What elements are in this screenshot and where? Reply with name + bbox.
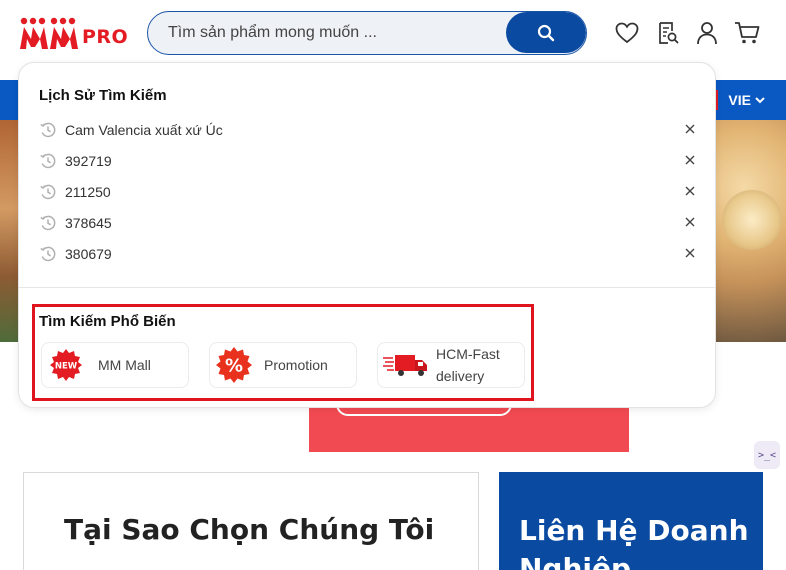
pasta-image — [722, 190, 782, 250]
popular-chip-mm-mall[interactable]: NEW MM Mall — [41, 342, 189, 388]
history-clock-icon — [40, 153, 56, 169]
heart-icon — [615, 22, 639, 44]
language-label: VIE — [728, 92, 751, 108]
history-item-text: 392719 — [65, 153, 112, 169]
history-clock-icon — [40, 246, 56, 262]
close-icon — [685, 155, 695, 165]
cart-icon — [735, 22, 760, 44]
history-item[interactable]: 380679 — [39, 240, 699, 268]
close-icon — [685, 217, 695, 227]
delivery-truck-icon — [382, 345, 430, 385]
wishlist-button[interactable] — [614, 20, 640, 46]
search-input[interactable] — [148, 12, 508, 53]
search-icon — [537, 24, 555, 41]
history-item[interactable]: 392719 — [39, 147, 699, 175]
svg-text:NEW: NEW — [55, 362, 78, 372]
history-item[interactable]: Cam Valencia xuất xứ Úc — [39, 116, 699, 144]
contact-business-card[interactable]: Liên Hệ Doanh Nghiệp — [499, 472, 763, 570]
order-search-button[interactable] — [655, 20, 681, 46]
history-item-text: 211250 — [65, 184, 111, 200]
site-header: PRO — [0, 0, 786, 66]
remove-history-button[interactable] — [681, 151, 699, 169]
close-icon — [685, 186, 695, 196]
popular-chip-promotion[interactable]: % Promotion — [209, 342, 357, 388]
search-dropdown: Lịch Sử Tìm Kiếm Cam Valencia xuất xứ Úc… — [18, 62, 716, 408]
percent-badge-icon: % — [214, 345, 254, 385]
history-item-text: 378645 — [65, 215, 112, 231]
mm-pro-logo[interactable]: PRO — [18, 16, 128, 52]
why-choose-us-title: Tại Sao Chọn Chúng Tôi — [64, 513, 435, 546]
popular-chip-label: Promotion — [264, 357, 328, 373]
logo-pro-text: PRO — [82, 26, 129, 48]
language-selector[interactable]: VIE — [728, 92, 766, 108]
page-root: VIE Tại Sao Chọn Chúng Tôi Liên Hệ Doanh… — [0, 0, 786, 570]
close-icon — [685, 248, 695, 258]
cart-button[interactable] — [734, 20, 760, 46]
order-lookup-icon — [659, 22, 679, 44]
remove-history-button[interactable] — [681, 120, 699, 138]
history-clock-icon — [40, 215, 56, 231]
search-box — [147, 11, 587, 55]
history-clock-icon — [40, 122, 56, 138]
user-icon — [697, 22, 717, 45]
popular-chip-label: HCM-Fast delivery — [436, 346, 500, 384]
popular-chip-label: MM Mall — [98, 357, 151, 373]
search-button[interactable] — [506, 12, 586, 53]
banner-image-left — [0, 120, 18, 342]
remove-history-button[interactable] — [681, 244, 699, 262]
history-item-text: 380679 — [65, 246, 112, 262]
new-badge-icon: NEW — [46, 345, 86, 385]
account-button[interactable] — [694, 20, 720, 46]
mm-logo-mark — [20, 17, 78, 49]
history-item-text: Cam Valencia xuất xứ Úc — [65, 122, 223, 138]
popular-search-title: Tìm Kiếm Phổ Biến — [39, 313, 176, 330]
chat-widget-button[interactable]: >_< — [754, 441, 780, 469]
svg-text:%: % — [225, 356, 243, 377]
popular-chip-hcm-fast-delivery[interactable]: HCM-Fast delivery — [377, 342, 525, 388]
history-item[interactable]: 378645 — [39, 209, 699, 237]
chevron-down-icon — [755, 97, 765, 104]
contact-business-title: Liên Hệ Doanh Nghiệp — [519, 514, 749, 570]
close-icon — [685, 124, 695, 134]
remove-history-button[interactable] — [681, 182, 699, 200]
search-history-title: Lịch Sử Tìm Kiếm — [39, 87, 167, 104]
why-choose-us-card: Tại Sao Chọn Chúng Tôi — [23, 472, 479, 570]
history-item[interactable]: 211250 — [39, 178, 699, 206]
history-clock-icon — [40, 184, 56, 200]
dropdown-divider — [19, 287, 715, 288]
remove-history-button[interactable] — [681, 213, 699, 231]
